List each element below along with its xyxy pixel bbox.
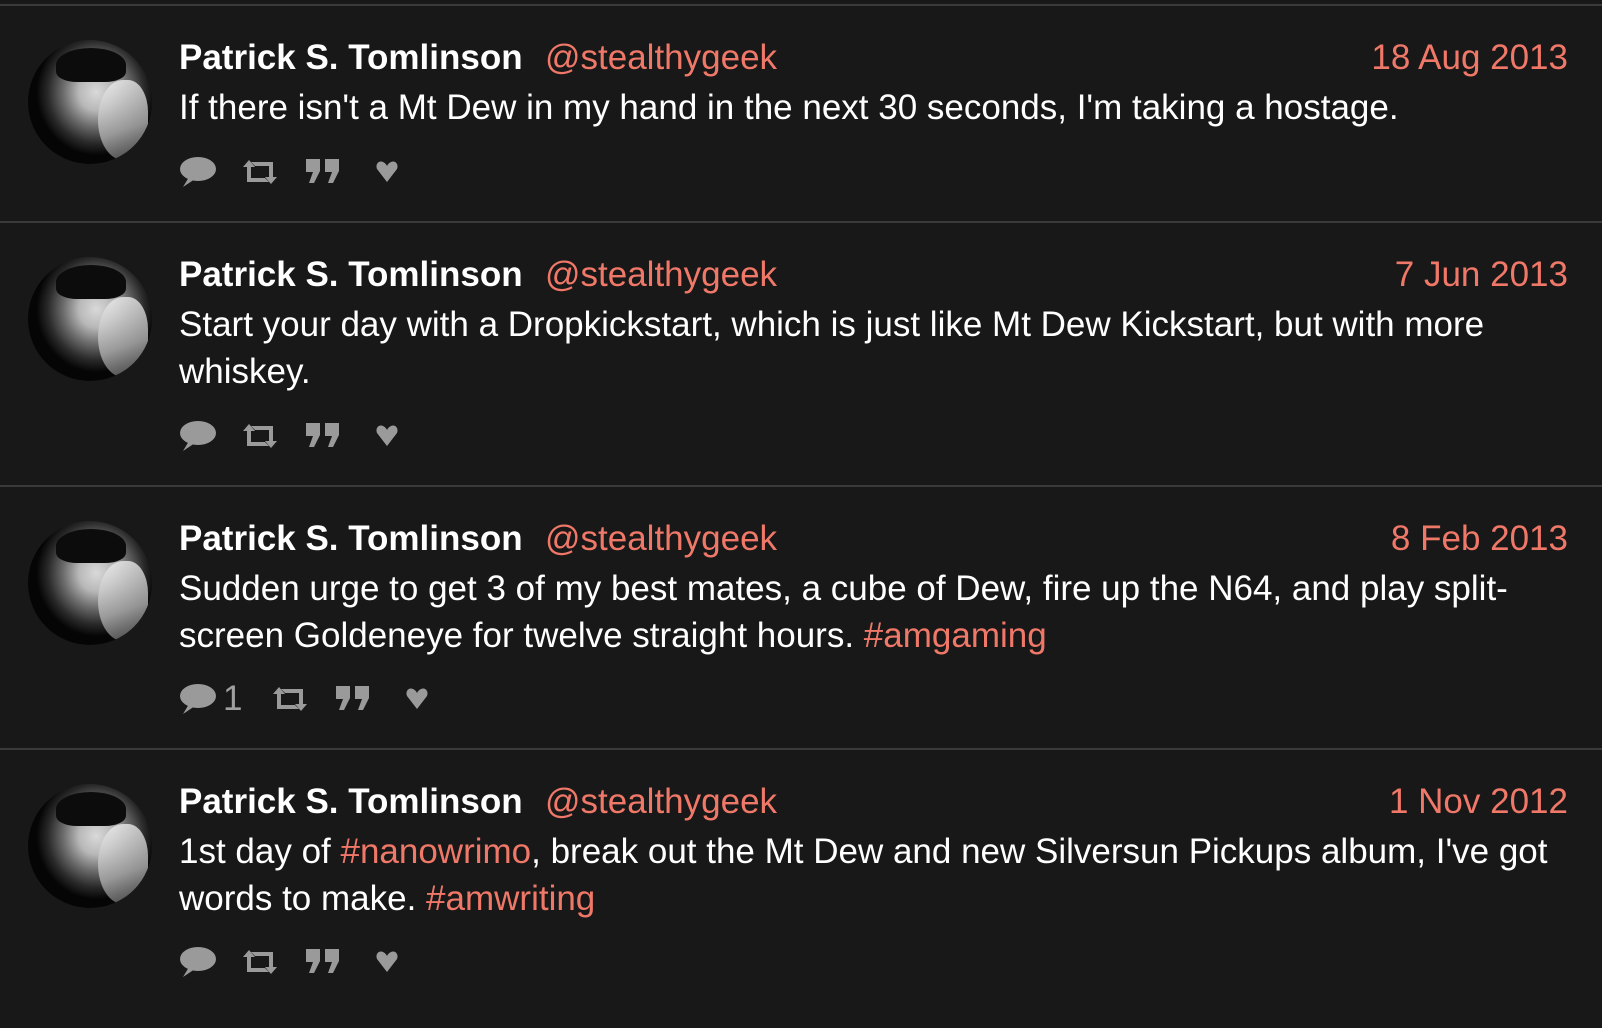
like-button[interactable] (405, 679, 429, 719)
tweet-date[interactable]: 18 Aug 2013 (1371, 36, 1568, 80)
retweet-icon (243, 950, 277, 974)
quote-button[interactable] (305, 942, 341, 982)
like-button[interactable] (375, 416, 399, 456)
heart-icon (406, 688, 428, 709)
author-name[interactable]: Patrick S. Tomlinson (179, 517, 523, 561)
quote-icon (336, 686, 369, 710)
retweet-icon (273, 687, 307, 711)
tweet-text-body: 1st day of (179, 832, 341, 871)
quote-button[interactable] (305, 152, 341, 192)
retweet-button[interactable] (241, 416, 279, 456)
quote-icon (306, 949, 339, 973)
tweet-date[interactable]: 1 Nov 2012 (1389, 780, 1568, 824)
author-handle[interactable]: @stealthygeek (545, 36, 777, 80)
hashtag-link[interactable]: #amgaming (864, 616, 1047, 655)
reply-count: 1 (223, 679, 243, 718)
author-handle[interactable]: @stealthygeek (545, 253, 777, 297)
author-name[interactable]: Patrick S. Tomlinson (179, 780, 523, 824)
avatar[interactable] (28, 40, 152, 164)
tweet-item[interactable]: Patrick S. Tomlinson @stealthygeek 18 Au… (0, 6, 1602, 223)
tweet-item[interactable]: Patrick S. Tomlinson @stealthygeek 8 Feb… (0, 487, 1602, 750)
tweet-text: 1st day of #nanowrimo, break out the Mt … (179, 828, 1569, 922)
tweet-text: Start your day with a Dropkickstart, whi… (179, 305, 1485, 391)
avatar[interactable] (28, 784, 152, 908)
avatar[interactable] (28, 257, 152, 381)
retweet-button[interactable] (271, 679, 309, 719)
author-handle[interactable]: @stealthygeek (545, 517, 777, 561)
quote-button[interactable] (335, 679, 371, 719)
tweet-text-body: Sudden urge to get 3 of my best mates, a… (179, 569, 1508, 655)
tweet-text: If there isn't a Mt Dew in my hand in th… (179, 88, 1399, 127)
tweet-text: Sudden urge to get 3 of my best mates, a… (179, 565, 1569, 659)
avatar[interactable] (28, 521, 152, 645)
retweet-icon (243, 424, 277, 448)
retweet-button[interactable] (241, 152, 279, 192)
heart-icon (376, 425, 398, 446)
hashtag-link[interactable]: #nanowrimo (340, 832, 531, 871)
heart-icon (376, 951, 398, 972)
like-button[interactable] (375, 152, 399, 192)
reply-icon (180, 157, 216, 187)
reply-button[interactable] (179, 416, 217, 456)
author-name[interactable]: Patrick S. Tomlinson (179, 36, 523, 80)
reply-button[interactable]: 1 (179, 679, 242, 719)
tweet-item[interactable]: Patrick S. Tomlinson @stealthygeek 7 Jun… (0, 223, 1602, 487)
quote-button[interactable] (305, 416, 341, 456)
reply-button[interactable] (179, 942, 217, 982)
retweet-icon (243, 160, 277, 184)
retweet-button[interactable] (241, 942, 279, 982)
quote-icon (306, 423, 339, 447)
tweet-feed: Patrick S. Tomlinson @stealthygeek 18 Au… (0, 0, 1602, 1028)
reply-icon (180, 684, 216, 714)
author-name[interactable]: Patrick S. Tomlinson (179, 253, 523, 297)
author-handle[interactable]: @stealthygeek (545, 780, 777, 824)
reply-icon (180, 421, 216, 451)
tweet-date[interactable]: 7 Jun 2013 (1395, 253, 1568, 297)
hashtag-link[interactable]: #amwriting (426, 879, 595, 918)
reply-button[interactable] (179, 152, 217, 192)
tweet-item[interactable]: Patrick S. Tomlinson @stealthygeek 1 Nov… (0, 750, 1602, 1028)
reply-icon (180, 947, 216, 977)
heart-icon (376, 161, 398, 182)
tweet-date[interactable]: 8 Feb 2013 (1391, 517, 1568, 561)
like-button[interactable] (375, 942, 399, 982)
quote-icon (306, 159, 339, 183)
